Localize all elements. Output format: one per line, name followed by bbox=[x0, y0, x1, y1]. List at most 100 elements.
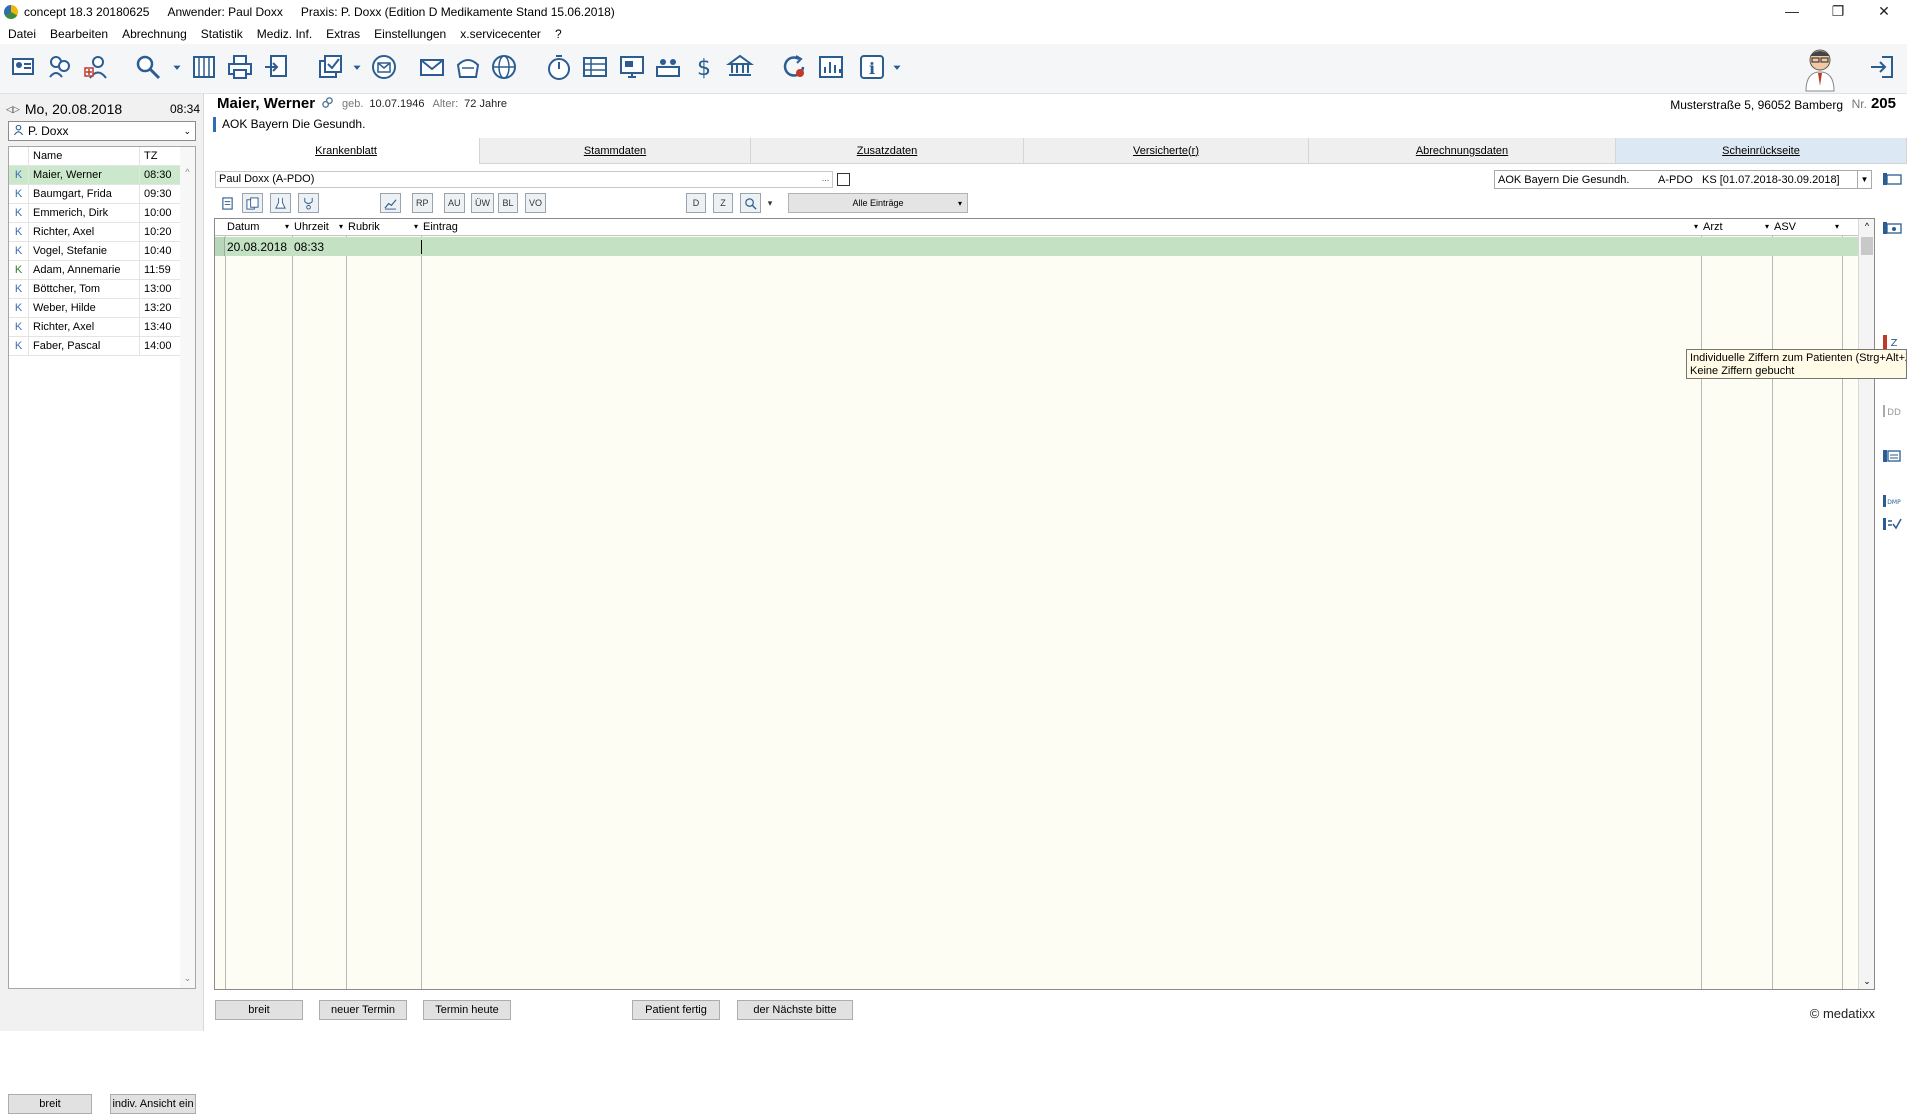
globe-icon[interactable] bbox=[488, 51, 520, 83]
bank-icon[interactable] bbox=[724, 51, 756, 83]
menu-datei[interactable]: Datei bbox=[0, 27, 43, 41]
tab-zusatzdaten[interactable]: Zusatzdaten bbox=[751, 138, 1024, 164]
column-header-arzt[interactable]: Arzt ▾ bbox=[1701, 219, 1772, 236]
scrollbar[interactable]: ^ ⌄ bbox=[1858, 219, 1874, 989]
envelope-icon[interactable] bbox=[416, 51, 448, 83]
menu-einstellungen[interactable]: Einstellungen bbox=[367, 27, 453, 41]
column-header-uhrzeit[interactable]: Uhrzeit ▾ bbox=[292, 219, 346, 236]
logout-icon[interactable] bbox=[1866, 51, 1898, 83]
individual-view-button[interactable]: indiv. Ansicht ein bbox=[110, 1094, 196, 1114]
wide-view-button[interactable]: breit bbox=[8, 1094, 92, 1114]
list-item[interactable]: K Böttcher, Tom 13:00 bbox=[9, 280, 180, 299]
list-item[interactable]: K Weber, Hilde 13:20 bbox=[9, 299, 180, 318]
tab-krankenblatt[interactable]: Krankenblatt bbox=[213, 138, 480, 164]
column-header-asv[interactable]: ASV ▾ bbox=[1772, 219, 1842, 236]
scrollbar[interactable]: ^ ⌄ bbox=[180, 147, 195, 988]
user-field[interactable]: Paul Doxx (A-PDO) bbox=[215, 171, 833, 188]
zoom-tool-icon[interactable] bbox=[740, 193, 761, 213]
bl-button[interactable]: BL bbox=[498, 193, 518, 213]
tab-scheinrueckseite[interactable]: Scheinrückseite bbox=[1616, 138, 1907, 164]
table-row[interactable]: 20.08.2018 08:33 bbox=[215, 237, 1859, 256]
column-header-tz[interactable]: TZ bbox=[140, 147, 180, 165]
doctor-select[interactable]: P. Doxx ⌄ bbox=[8, 121, 196, 141]
close-button[interactable]: ✕ bbox=[1861, 0, 1907, 22]
menu-statistik[interactable]: Statistik bbox=[194, 27, 250, 41]
insurance-select[interactable]: AOK Bayern Die Gesundh. A-PDO KS [01.07.… bbox=[1494, 170, 1872, 189]
document-stack-icon[interactable] bbox=[314, 51, 346, 83]
calendar-book-icon[interactable] bbox=[188, 51, 220, 83]
chart-icon[interactable] bbox=[815, 51, 847, 83]
dropdown-icon[interactable] bbox=[170, 51, 184, 83]
user-checkbox[interactable] bbox=[837, 173, 850, 186]
list-item[interactable]: K Emmerich, Dirk 10:00 bbox=[9, 204, 180, 223]
check-list-icon[interactable] bbox=[1880, 515, 1904, 533]
copy-entry-icon[interactable] bbox=[242, 193, 263, 213]
uw-button[interactable]: ÜW bbox=[471, 193, 494, 213]
assistant-avatar-icon[interactable] bbox=[1800, 46, 1840, 92]
print-icon[interactable] bbox=[224, 51, 256, 83]
list-item[interactable]: K Baumgart, Frida 09:30 bbox=[9, 185, 180, 204]
vo-button[interactable]: VO bbox=[525, 193, 547, 213]
list-item[interactable]: K Maier, Werner 08:30 bbox=[9, 166, 180, 185]
document-export-icon[interactable] bbox=[260, 51, 292, 83]
entries-filter-select[interactable]: Alle Einträge ▾ bbox=[788, 193, 968, 213]
chevron-down-icon[interactable]: ▾ bbox=[764, 193, 776, 213]
dollar-icon[interactable]: $ bbox=[688, 51, 720, 83]
mail-bag-icon[interactable] bbox=[452, 51, 484, 83]
tab-versicherte[interactable]: Versicherte(r) bbox=[1024, 138, 1309, 164]
rp-button[interactable]: RP bbox=[412, 193, 433, 213]
d-button[interactable]: D bbox=[686, 193, 706, 213]
refresh-icon[interactable] bbox=[778, 51, 810, 83]
list-item[interactable]: K Richter, Axel 13:40 bbox=[9, 318, 180, 337]
dropdown-icon[interactable] bbox=[890, 51, 904, 83]
scroll-up-icon[interactable]: ^ bbox=[180, 167, 195, 177]
search-icon[interactable] bbox=[132, 51, 164, 83]
stopwatch-icon[interactable] bbox=[543, 51, 575, 83]
scroll-down-icon[interactable]: ⌄ bbox=[1859, 976, 1875, 987]
minimize-button[interactable]: — bbox=[1769, 0, 1815, 22]
list-item[interactable]: K Faber, Pascal 14:00 bbox=[9, 337, 180, 356]
menu-help[interactable]: ? bbox=[548, 27, 569, 41]
column-header-datum[interactable]: Datum ▾ bbox=[215, 219, 292, 236]
mail-circle-icon[interactable] bbox=[368, 51, 400, 83]
tab-abrechnungsdaten[interactable]: Abrechnungsdaten bbox=[1309, 138, 1616, 164]
patient-done-button[interactable]: Patient fertig bbox=[632, 1000, 720, 1020]
menu-bearbeiten[interactable]: Bearbeiten bbox=[43, 27, 115, 41]
dmp-icon[interactable]: DMP bbox=[1880, 492, 1904, 510]
patient-card-icon[interactable] bbox=[8, 51, 40, 83]
link-icon[interactable] bbox=[321, 96, 334, 112]
card-icon[interactable] bbox=[1880, 170, 1904, 188]
patients-icon[interactable] bbox=[44, 51, 76, 83]
stethoscope-icon[interactable] bbox=[298, 193, 319, 213]
tab-stammdaten[interactable]: Stammdaten bbox=[480, 138, 751, 164]
dd-icon[interactable]: DD bbox=[1880, 402, 1904, 420]
menu-extras[interactable]: Extras bbox=[319, 27, 367, 41]
au-button[interactable]: AU bbox=[444, 193, 465, 213]
list-grid-icon[interactable] bbox=[579, 51, 611, 83]
user-browse-button[interactable]: ... bbox=[818, 171, 833, 188]
date-nav-arrows-icon[interactable]: ◁▷ bbox=[6, 104, 20, 115]
info-icon[interactable]: i bbox=[856, 51, 888, 83]
new-patient-icon[interactable] bbox=[80, 51, 112, 83]
appointment-today-button[interactable]: Termin heute bbox=[423, 1000, 511, 1020]
menu-servicecenter[interactable]: x.servicecenter bbox=[453, 27, 548, 41]
column-header-name[interactable]: Name bbox=[29, 147, 140, 165]
chart-entry-icon[interactable] bbox=[380, 193, 401, 213]
lab-entry-icon[interactable] bbox=[270, 193, 291, 213]
waiting-room-icon[interactable] bbox=[652, 51, 684, 83]
list-item[interactable]: K Richter, Axel 10:20 bbox=[9, 223, 180, 242]
list-item[interactable]: K Adam, Annemarie 11:59 bbox=[9, 261, 180, 280]
camera-card-icon[interactable] bbox=[1880, 219, 1904, 237]
monitor-icon[interactable] bbox=[616, 51, 648, 83]
next-patient-button[interactable]: der Nächste bitte bbox=[737, 1000, 853, 1020]
restore-button[interactable]: ❐ bbox=[1815, 0, 1861, 22]
column-header-rubrik[interactable]: Rubrik ▾ bbox=[346, 219, 421, 236]
scroll-up-icon[interactable]: ^ bbox=[1859, 221, 1875, 231]
menu-abrechnung[interactable]: Abrechnung bbox=[115, 27, 194, 41]
column-header-eintrag[interactable]: Eintrag ▾ bbox=[421, 219, 1701, 236]
breit-button[interactable]: breit bbox=[215, 1000, 303, 1020]
scroll-thumb[interactable] bbox=[1861, 237, 1873, 255]
new-entry-icon[interactable] bbox=[217, 193, 237, 213]
z-button[interactable]: Z bbox=[713, 193, 733, 213]
list-item[interactable]: K Vogel, Stefanie 10:40 bbox=[9, 242, 180, 261]
